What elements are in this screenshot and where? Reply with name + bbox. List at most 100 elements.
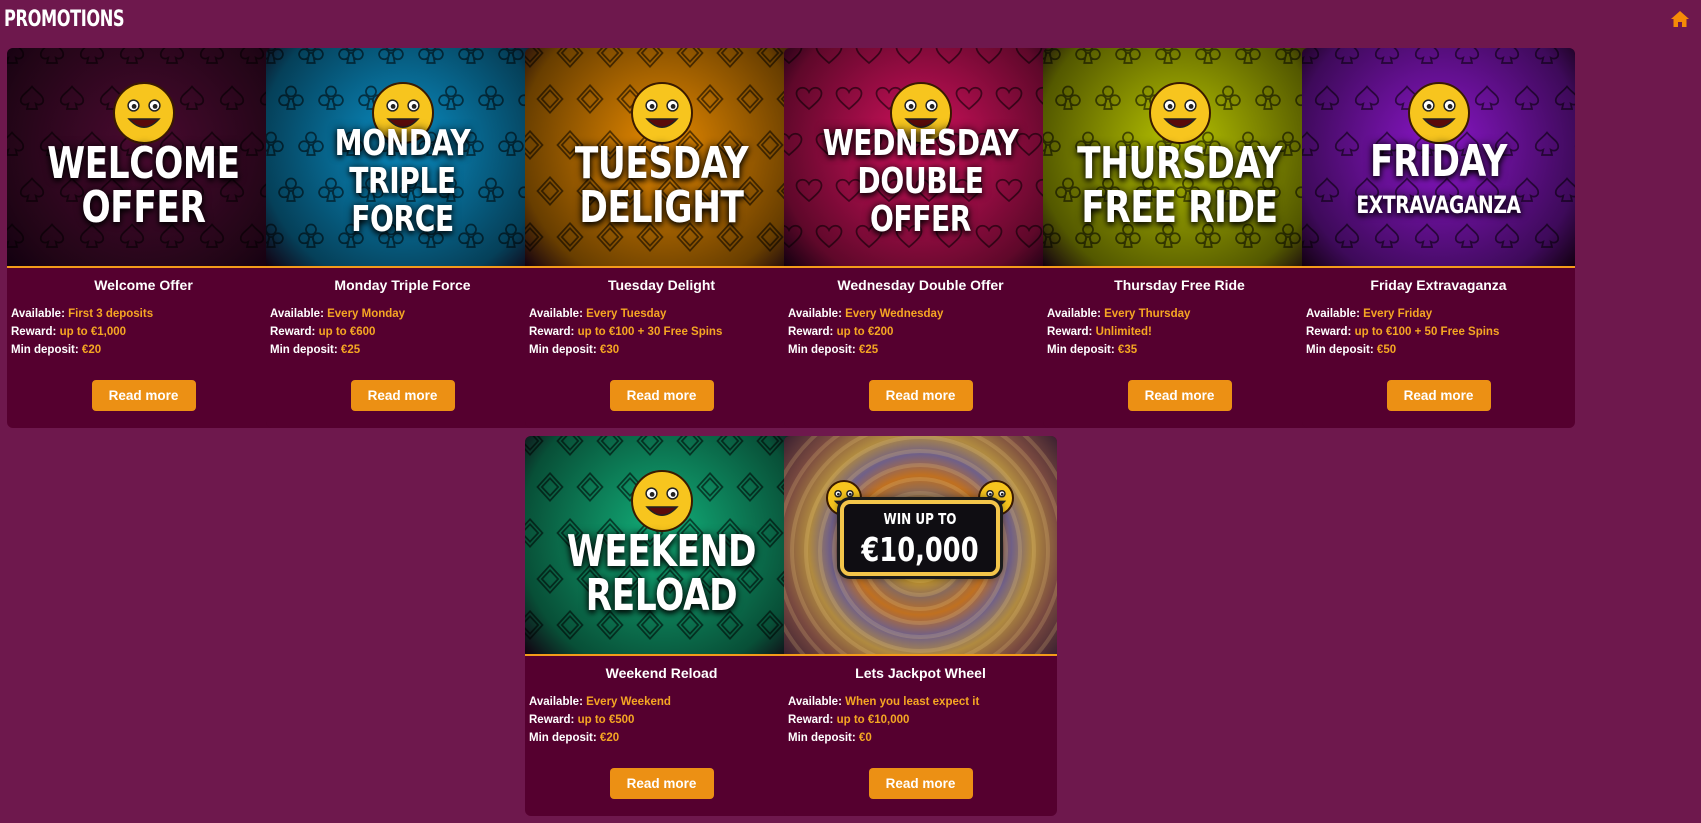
detail-value: Every Tuesday	[586, 308, 667, 320]
detail-label: Reward:	[270, 326, 316, 338]
detail-label: Reward:	[788, 326, 834, 338]
detail-row-reward: Reward: up to €200	[788, 323, 1057, 341]
detail-label: Reward:	[11, 326, 57, 338]
promo-card: FRIDAY EXTRAVAGANZA Friday Extravaganza Ava…	[1302, 48, 1575, 428]
promo-details: Available: Every Weekend Reward: up to €5…	[529, 693, 798, 747]
promo-banner[interactable]: WIN UP TO €10,000	[784, 436, 1057, 656]
detail-row-reward: Reward: up to €10,000	[788, 711, 1057, 729]
banner-title-line: RELOAD	[585, 570, 738, 621]
read-more-button[interactable]: Read more	[609, 768, 714, 799]
detail-label: Available:	[529, 696, 583, 708]
promo-card: WEEKEND RELOAD Weekend Reload Available: Ev…	[525, 436, 798, 816]
detail-value: Unlimited!	[1095, 326, 1152, 338]
detail-value: €50	[1376, 344, 1397, 356]
detail-value: up to €600	[318, 326, 376, 338]
detail-label: Available:	[788, 308, 842, 320]
promo-card: WELCOME OFFER Welcome Offer Available: Firs…	[7, 48, 280, 428]
banner-title-line: WEEKEND	[566, 526, 757, 577]
banner-title-line: DOUBLE	[857, 161, 984, 202]
detail-label: Reward:	[1306, 326, 1352, 338]
detail-label: Available:	[1047, 308, 1101, 320]
detail-value: up to €100 + 50 Free Spins	[1354, 326, 1500, 338]
read-more-button[interactable]: Read more	[1386, 380, 1491, 411]
read-more-button[interactable]: Read more	[868, 380, 973, 411]
promo-details: Available: First 3 deposits Reward: up to…	[11, 305, 280, 359]
detail-label: Reward:	[529, 714, 575, 726]
read-more-button[interactable]: Read more	[350, 380, 455, 411]
banner-title-line: OFFER	[81, 182, 206, 233]
detail-label: Min deposit:	[1047, 344, 1115, 356]
detail-value: €20	[599, 732, 620, 744]
detail-label: Available:	[1306, 308, 1360, 320]
detail-value: Every Weekend	[586, 696, 671, 708]
detail-row-min-deposit: Min deposit: €20	[529, 729, 798, 747]
detail-row-min-deposit: Min deposit: €50	[1306, 341, 1575, 359]
jackpot-caption: WIN UP TO	[883, 510, 957, 528]
detail-value: Every Thursday	[1104, 308, 1191, 320]
detail-value: Every Monday	[327, 308, 406, 320]
detail-row-reward: Reward: up to €1,000	[11, 323, 280, 341]
detail-value: €30	[599, 344, 620, 356]
detail-value: €25	[340, 344, 361, 356]
promo-banner[interactable]: MONDAY TRIPLE FORCE	[266, 48, 539, 268]
promo-banner[interactable]: FRIDAY EXTRAVAGANZA	[1302, 48, 1575, 268]
detail-value: €35	[1117, 344, 1138, 356]
detail-value: Every Wednesday	[845, 308, 944, 320]
promo-banner[interactable]: WEEKEND RELOAD	[525, 436, 798, 656]
banner-title-line: OFFER	[869, 199, 972, 240]
detail-value: up to €100 + 30 Free Spins	[577, 326, 723, 338]
promo-title: Monday Triple Force	[334, 277, 471, 293]
promo-details: Available: Every Thursday Reward: Unlimit…	[1047, 305, 1316, 359]
detail-label: Reward:	[1047, 326, 1093, 338]
detail-row-available: Available: Every Tuesday	[529, 305, 798, 323]
promo-banner[interactable]: THURSDAY FREE RIDE	[1043, 48, 1316, 268]
promo-details: Available: Every Wednesday Reward: up to …	[788, 305, 1057, 359]
jackpot-plate: WIN UP TO €10,000	[840, 500, 1000, 576]
promo-banner[interactable]: TUESDAY DELIGHT	[525, 48, 798, 268]
detail-value: up to €500	[577, 714, 635, 726]
promo-title: Wednesday Double Offer	[837, 277, 1004, 293]
detail-value: €0	[858, 732, 872, 744]
promo-card: MONDAY TRIPLE FORCE Monday Triple Force Avai…	[266, 48, 539, 428]
promo-title: Lets Jackpot Wheel	[855, 665, 986, 681]
promo-details: Available: Every Friday Reward: up to €10…	[1306, 305, 1575, 359]
detail-value: When you least expect it	[845, 696, 980, 708]
detail-value: First 3 deposits	[68, 308, 154, 320]
home-icon[interactable]	[1669, 8, 1691, 30]
promo-title: Tuesday Delight	[607, 277, 716, 293]
banner-title-line: FRIDAY	[1370, 136, 1507, 187]
page-title: PROMOTIONS	[4, 7, 125, 32]
detail-row-min-deposit: Min deposit: €20	[11, 341, 280, 359]
detail-label: Min deposit:	[11, 344, 79, 356]
detail-label: Min deposit:	[529, 732, 597, 744]
read-more-button[interactable]: Read more	[868, 768, 973, 799]
promo-title: Weekend Reload	[605, 665, 718, 681]
detail-row-available: Available: Every Weekend	[529, 693, 798, 711]
detail-value: up to €10,000	[836, 714, 910, 726]
detail-label: Min deposit:	[529, 344, 597, 356]
banner-title-line: TRIPLE	[349, 161, 456, 202]
top-bar: PROMOTIONS	[0, 0, 1701, 44]
jackpot-amount: €10,000	[861, 530, 979, 569]
promo-card: WEDNESDAY DOUBLE OFFER Wednesday Double Off…	[784, 48, 1057, 428]
detail-row-available: Available: Every Thursday	[1047, 305, 1316, 323]
promo-details: Available: Every Tuesday Reward: up to €1…	[529, 305, 798, 359]
banner-title-line: WEDNESDAY	[822, 123, 1019, 164]
detail-row-min-deposit: Min deposit: €25	[270, 341, 539, 359]
detail-label: Min deposit:	[270, 344, 338, 356]
banner-title-line: THURSDAY	[1077, 138, 1282, 189]
promo-banner[interactable]: WELCOME OFFER	[7, 48, 280, 268]
detail-row-reward: Reward: up to €100 + 50 Free Spins	[1306, 323, 1575, 341]
read-more-button[interactable]: Read more	[1127, 380, 1232, 411]
read-more-button[interactable]: Read more	[91, 380, 196, 411]
detail-label: Min deposit:	[788, 732, 856, 744]
detail-label: Min deposit:	[788, 344, 856, 356]
banner-title-line: EXTRAVAGANZA	[1356, 191, 1521, 219]
detail-row-available: Available: Every Wednesday	[788, 305, 1057, 323]
banner-title-line: MONDAY	[334, 123, 471, 164]
detail-row-min-deposit: Min deposit: €0	[788, 729, 1057, 747]
promo-card: THURSDAY FREE RIDE Thursday Free Ride Avail…	[1043, 48, 1316, 428]
promo-banner[interactable]: WEDNESDAY DOUBLE OFFER	[784, 48, 1057, 268]
banner-title-line: WELCOME	[47, 138, 240, 189]
read-more-button[interactable]: Read more	[609, 380, 714, 411]
